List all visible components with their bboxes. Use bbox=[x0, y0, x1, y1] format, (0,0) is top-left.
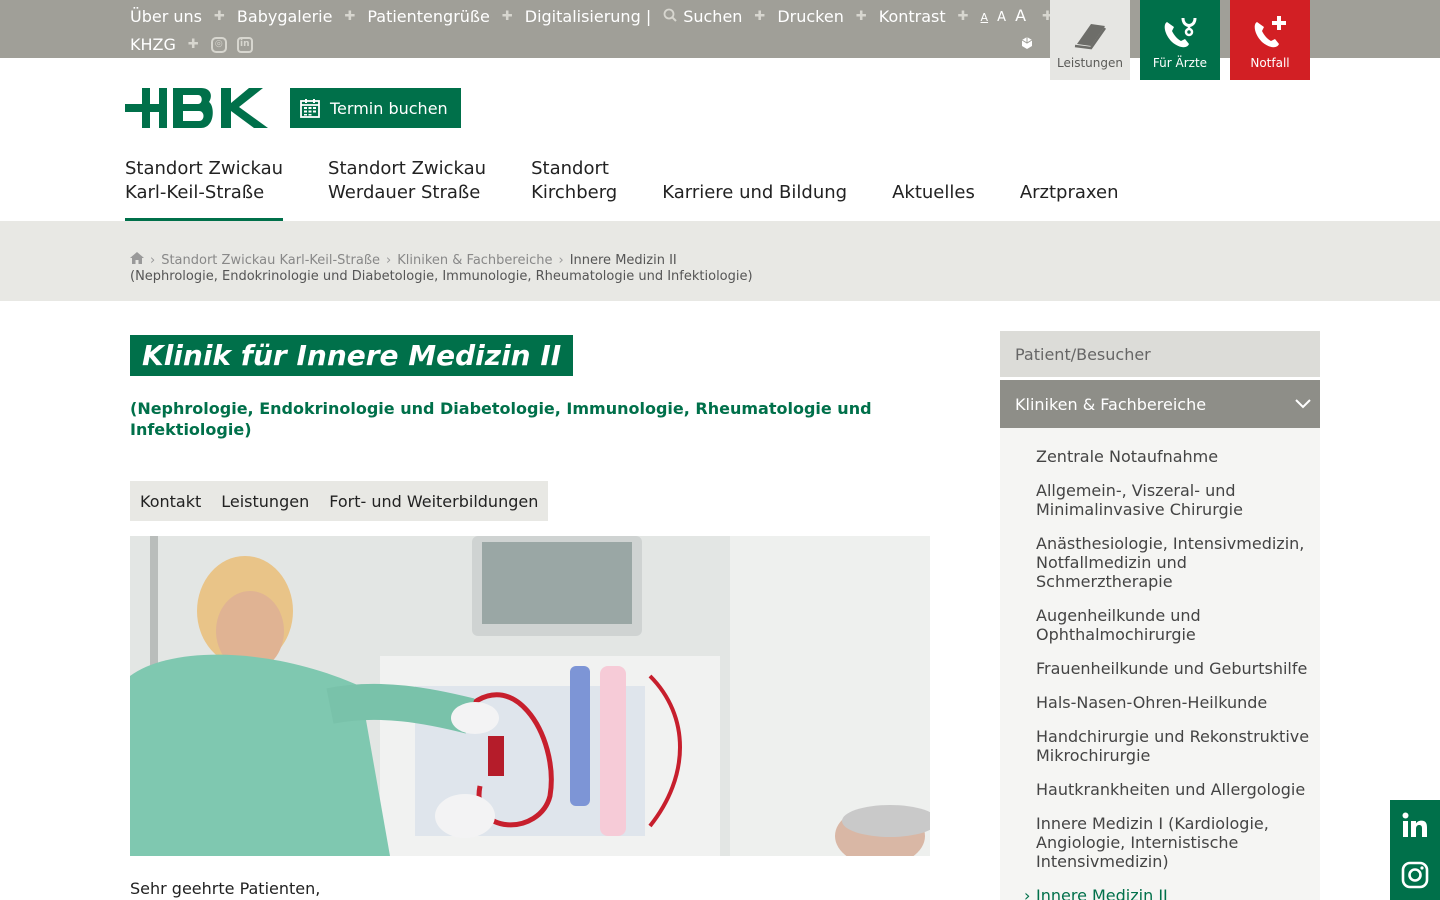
nav-label: Karl-Keil-Straße bbox=[125, 182, 265, 203]
hbk-logo[interactable] bbox=[125, 88, 269, 132]
sidebar-item-anaesthesiologie[interactable]: Anästhesiologie, Intensivmedizin, Notfal… bbox=[1036, 534, 1310, 591]
sidebar-item-innere-medizin-1[interactable]: Innere Medizin I (Kardiologie, Angiologi… bbox=[1036, 814, 1310, 871]
page-subtitle: (Nephrologie, Endokrinologie und Diabeto… bbox=[130, 399, 872, 439]
nav-aktuelles[interactable]: Aktuelles bbox=[892, 157, 975, 221]
tab-fort-weiterbildungen[interactable]: Fort- und Weiterbildungen bbox=[329, 492, 538, 511]
termin-buchen-label: Termin buchen bbox=[330, 98, 448, 118]
instagram-float-button[interactable] bbox=[1390, 850, 1440, 900]
link-patientengruesse[interactable]: Patientengrüße bbox=[367, 3, 490, 30]
linkedin-icon[interactable]: in bbox=[236, 36, 253, 53]
nav-label: Standort bbox=[531, 158, 609, 179]
font-size-small[interactable]: A bbox=[981, 11, 989, 24]
greeting-text: Sehr geehrte Patienten, bbox=[130, 879, 321, 898]
search-link[interactable]: Suchen bbox=[663, 3, 742, 30]
nav-label: Arztpraxen bbox=[1019, 182, 1119, 203]
separator-icon: ✚ bbox=[214, 9, 225, 24]
page-title: Klinik für Innere Medizin II bbox=[130, 335, 574, 376]
chevron-right-icon: › bbox=[558, 252, 564, 268]
chevron-down-icon bbox=[1294, 395, 1312, 414]
sidebar-patient-besucher[interactable]: Patient/Besucher bbox=[1000, 331, 1320, 377]
nav-label: Aktuelles bbox=[892, 182, 975, 203]
nav-label: Karriere und Bildung bbox=[662, 182, 848, 203]
font-size-medium[interactable]: A bbox=[997, 10, 1006, 25]
leistungen-button[interactable]: Leistungen bbox=[1050, 0, 1130, 80]
separator-icon: ✚ bbox=[855, 9, 867, 24]
tab-kontakt[interactable]: Kontakt bbox=[140, 492, 201, 511]
nav-arztpraxen[interactable]: Arztpraxen bbox=[1020, 157, 1119, 221]
notfall-label: Notfall bbox=[1250, 56, 1290, 70]
fuer-aerzte-label: Für Ärzte bbox=[1152, 56, 1208, 70]
tab-leistungen[interactable]: Leistungen bbox=[221, 492, 309, 511]
breadcrumb-item[interactable]: Kliniken & Fachbereiche bbox=[397, 253, 552, 269]
print-link[interactable]: Drucken bbox=[777, 3, 844, 30]
calendar-icon bbox=[300, 99, 320, 118]
breadcrumb-current: Innere Medizin II bbox=[569, 252, 677, 268]
sidebar-item-notaufnahme[interactable]: Zentrale Notaufnahme bbox=[1036, 447, 1310, 466]
breadcrumb-item[interactable]: Standort Zwickau Karl-Keil-Straße bbox=[161, 253, 380, 269]
separator-icon: ✚ bbox=[344, 9, 356, 24]
search-icon bbox=[663, 8, 677, 22]
notfall-button[interactable]: Notfall bbox=[1230, 0, 1310, 80]
nav-standort-werdauer[interactable]: Standort Zwickau Werdauer Straße bbox=[328, 157, 486, 221]
linkedin-float-button[interactable] bbox=[1390, 800, 1440, 850]
leistungen-label: Leistungen bbox=[1057, 56, 1123, 70]
emergency-phone-icon bbox=[1254, 16, 1286, 48]
linkedin-icon bbox=[1402, 812, 1427, 837]
breadcrumb: › Standort Zwickau Karl-Keil-Straße › Kl… bbox=[130, 252, 930, 285]
chevron-right-icon: › bbox=[386, 252, 392, 268]
link-babygalerie[interactable]: Babygalerie bbox=[237, 3, 333, 30]
link-ueber-uns[interactable]: Über uns bbox=[130, 3, 202, 30]
separator-icon: ✚ bbox=[187, 37, 199, 52]
separator-icon: ✚ bbox=[754, 9, 766, 24]
font-size-large[interactable]: A bbox=[1015, 6, 1026, 25]
instagram-icon[interactable]: ◎ bbox=[210, 36, 227, 53]
nav-karriere[interactable]: Karriere und Bildung bbox=[662, 157, 847, 221]
main-navigation: Standort Zwickau Karl-Keil-Straße Standor… bbox=[125, 157, 1164, 221]
separator-icon: ✚ bbox=[957, 9, 969, 24]
nav-label: Kirchberg bbox=[531, 182, 618, 203]
stethoscope-phone-icon bbox=[1164, 17, 1197, 48]
sidebar-item-handchirurgie[interactable]: Handchirurgie und Rekonstruktive Mikroch… bbox=[1036, 727, 1310, 765]
nav-label: Werdauer Straße bbox=[328, 182, 481, 203]
font-size-switcher: A A A bbox=[981, 2, 1031, 31]
instagram-icon bbox=[1401, 861, 1429, 889]
sidebar-item-hautkrankheiten[interactable]: Hautkrankheiten und Allergologie bbox=[1036, 780, 1310, 799]
top-links: Über uns ✚ Babygalerie ✚ Patientengrüße … bbox=[130, 2, 1053, 58]
contrast-link[interactable]: Kontrast bbox=[879, 3, 946, 30]
sidebar-submenu: Zentrale Notaufnahme Allgemein-, Viszera… bbox=[1000, 428, 1320, 900]
sidebar-item-innere-medizin-2[interactable]: Innere Medizin II bbox=[1024, 886, 1310, 900]
book-icon bbox=[1074, 24, 1107, 50]
link-digitalisierung[interactable]: Digitalisierung | bbox=[525, 3, 651, 30]
link-khzg[interactable]: KHZG bbox=[130, 31, 176, 58]
home-icon[interactable] bbox=[130, 252, 144, 269]
fuer-aerzte-button[interactable]: Für Ärzte bbox=[1140, 0, 1220, 80]
sidebar-kliniken-fachbereiche[interactable]: Kliniken & Fachbereiche bbox=[1000, 380, 1320, 428]
nav-standort-karl-keil[interactable]: Standort Zwickau Karl-Keil-Straße bbox=[125, 157, 284, 221]
nav-standort-kirchberg[interactable]: Standort Kirchberg bbox=[531, 157, 617, 221]
dialysis-photo bbox=[130, 536, 930, 856]
sign-language-icon[interactable] bbox=[1020, 31, 1034, 58]
sidebar-active-label: Kliniken & Fachbereiche bbox=[1015, 394, 1207, 414]
search-label: Suchen bbox=[683, 7, 743, 26]
termin-buchen-button[interactable]: Termin buchen bbox=[290, 88, 461, 128]
breadcrumb-current-detail: (Nephrologie, Endokrinologie und Diabeto… bbox=[130, 269, 753, 284]
chevron-right-icon: › bbox=[150, 252, 156, 268]
separator-icon: ✚ bbox=[501, 9, 513, 24]
sidebar-item-chirurgie[interactable]: Allgemein-, Viszeral- und Minimalinvasiv… bbox=[1036, 481, 1310, 519]
page-tabs: Kontakt Leistungen Fort- und Weiterbildu… bbox=[130, 481, 549, 521]
sidebar-item-hno[interactable]: Hals-Nasen-Ohren-Heilkunde bbox=[1036, 693, 1310, 712]
nav-label: Standort Zwickau bbox=[125, 158, 284, 179]
nav-label: Standort Zwickau bbox=[328, 158, 487, 179]
sidebar-item-augenheilkunde[interactable]: Augenheilkunde und Ophthalmochirurgie bbox=[1036, 606, 1310, 644]
sidebar-item-frauenheilkunde[interactable]: Frauenheilkunde und Geburtshilfe bbox=[1036, 659, 1310, 678]
